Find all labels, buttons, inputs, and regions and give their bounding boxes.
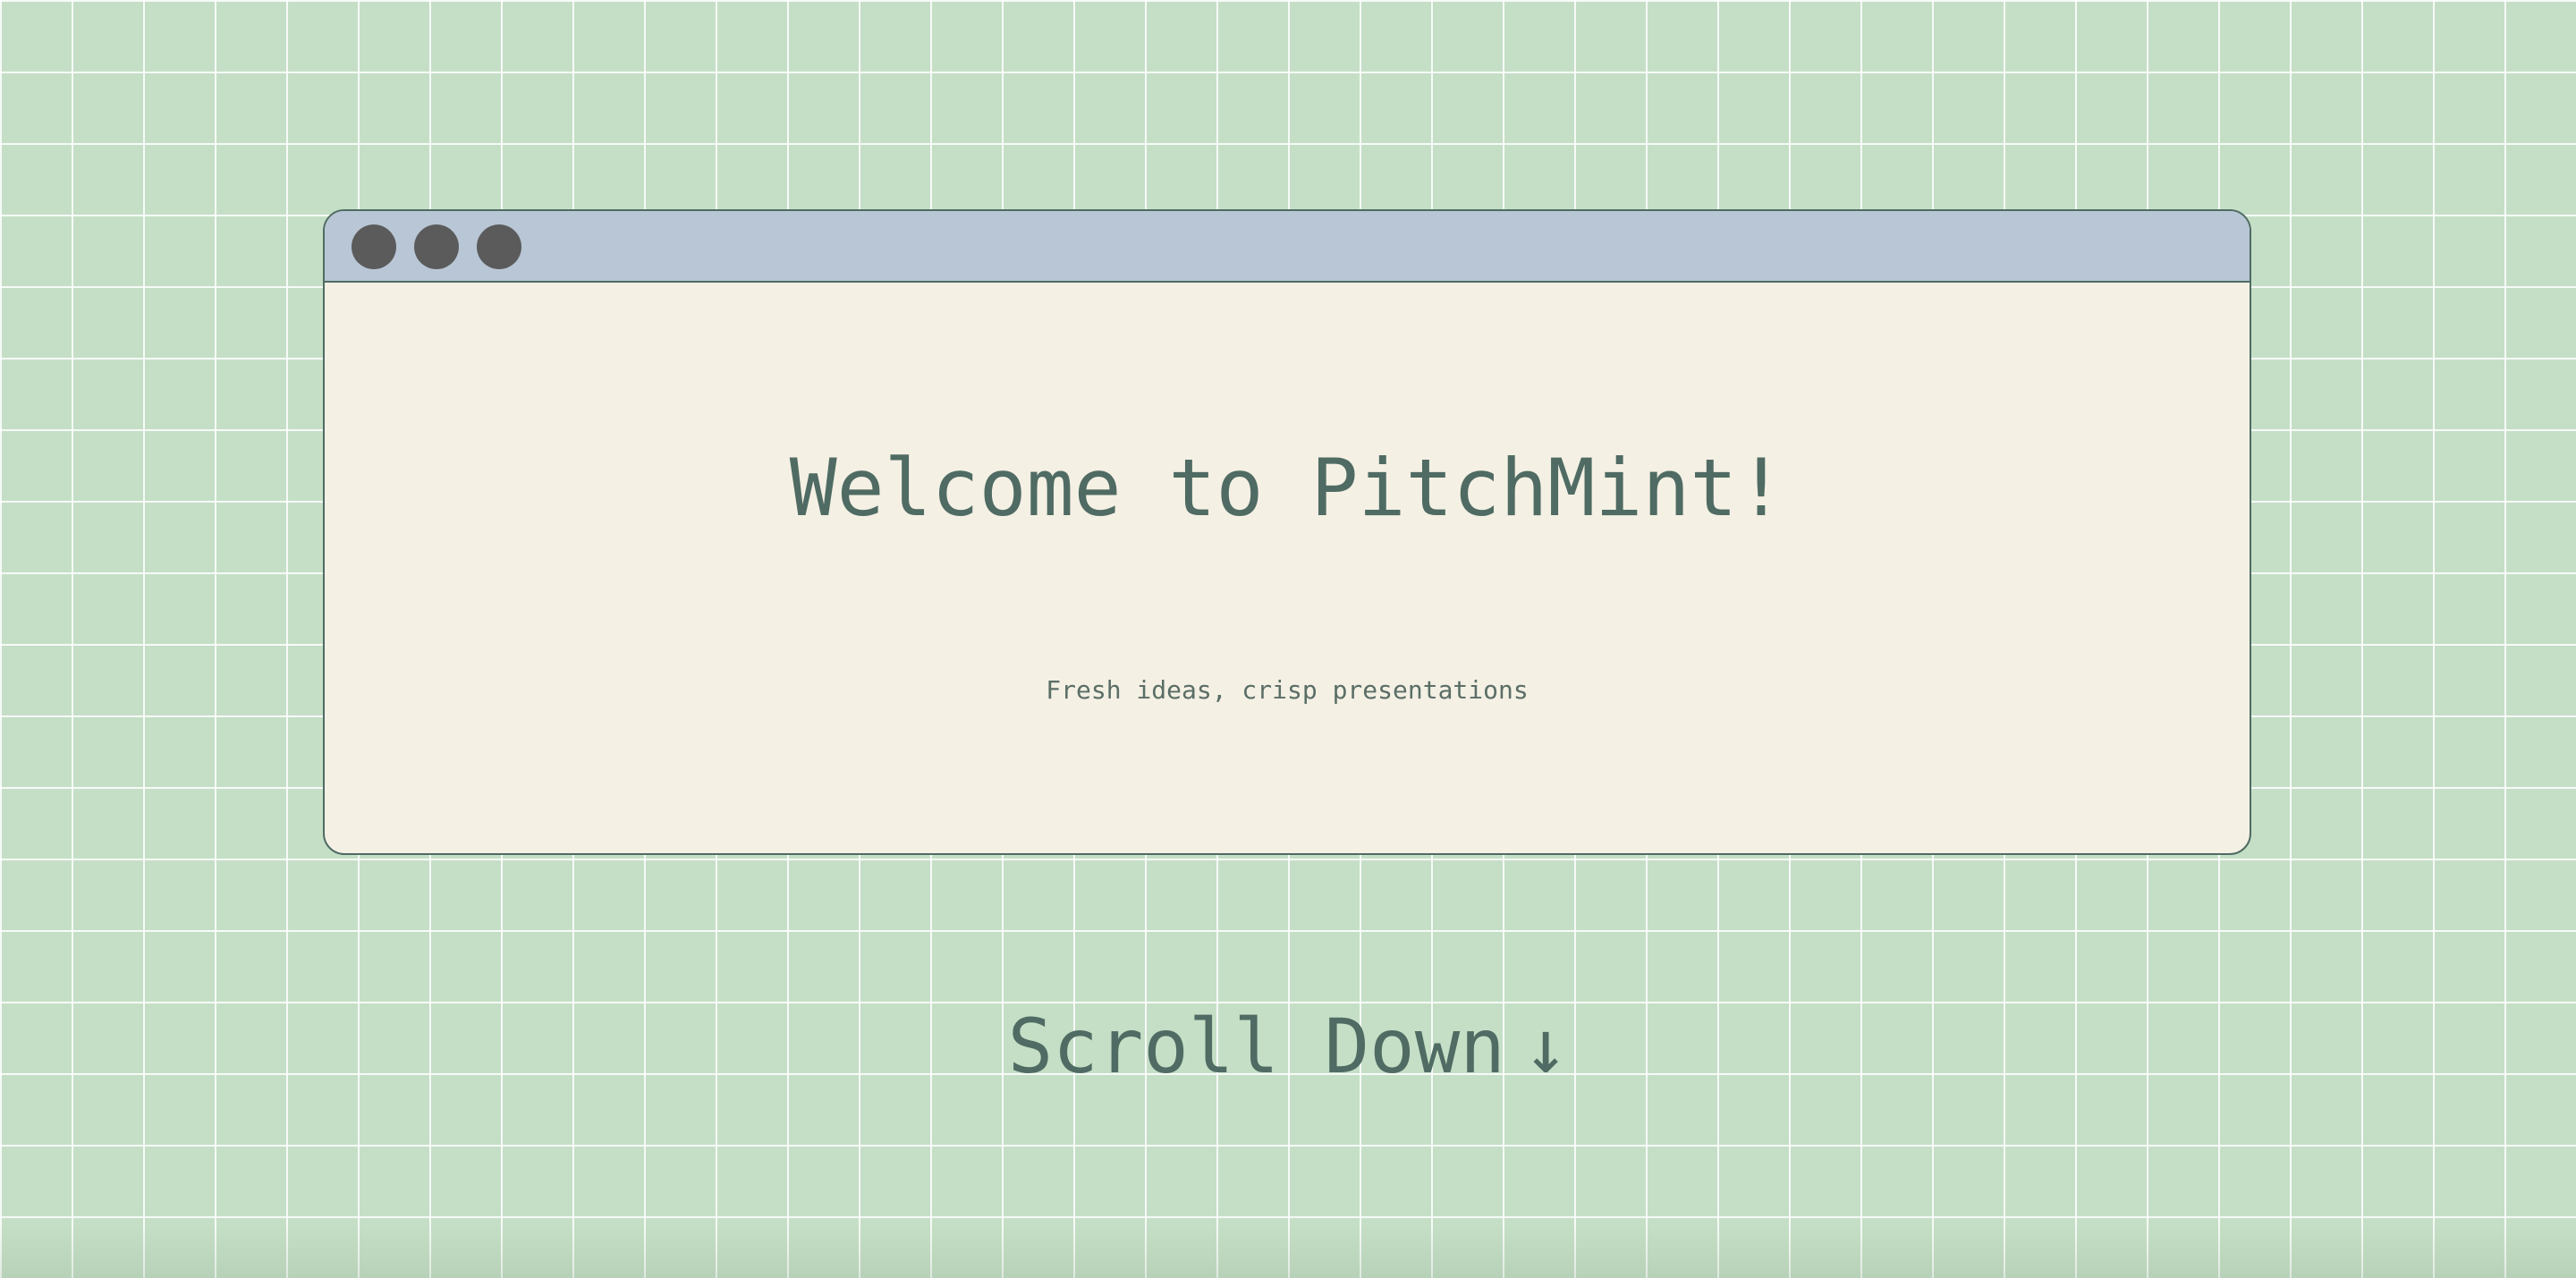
- scroll-down-prompt[interactable]: Scroll Down ↓: [0, 1002, 2576, 1091]
- hero-heading: Welcome to PitchMint!: [789, 442, 1785, 534]
- window-titlebar: [325, 211, 2250, 283]
- bottom-shadow: [0, 1224, 2576, 1278]
- window-content: Welcome to PitchMint! Fresh ideas, crisp…: [325, 283, 2250, 853]
- window-minimize-dot[interactable]: [414, 224, 459, 269]
- arrow-down-icon: ↓: [1522, 1003, 1569, 1090]
- page: { "window": { "heading": "Welcome to Pit…: [0, 0, 2576, 1278]
- browser-window-frame: Welcome to PitchMint! Fresh ideas, crisp…: [323, 209, 2251, 855]
- window-maximize-dot[interactable]: [477, 224, 521, 269]
- window-close-dot[interactable]: [352, 224, 396, 269]
- hero-tagline: Fresh ideas, crisp presentations: [1046, 675, 1529, 705]
- scroll-down-label: Scroll Down: [1007, 1003, 1505, 1090]
